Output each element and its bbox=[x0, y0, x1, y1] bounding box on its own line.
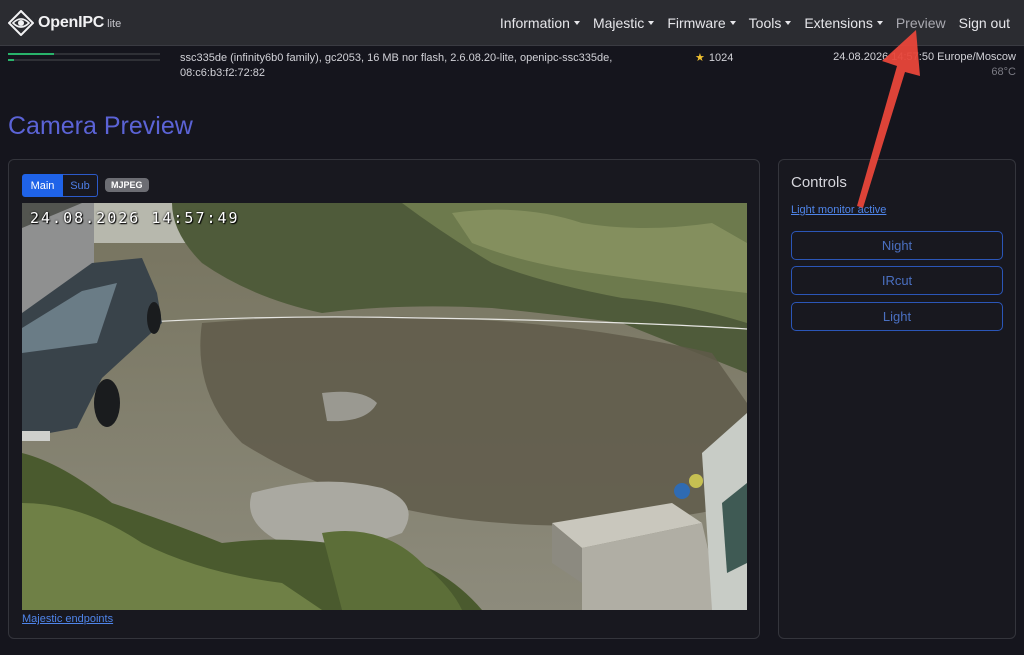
flash-usage-bar bbox=[8, 59, 160, 61]
format-badge: MJPEG bbox=[105, 178, 149, 192]
menu-sign-out-label: Sign out bbox=[958, 15, 1010, 31]
caret-down-icon bbox=[729, 21, 736, 25]
page-title: Camera Preview bbox=[8, 112, 193, 140]
stream-toggle: Main Sub bbox=[22, 174, 98, 197]
caret-down-icon bbox=[876, 21, 883, 25]
ircut-button[interactable]: IRcut bbox=[791, 266, 1003, 295]
controls-card: Controls Light monitor active Night IRcu… bbox=[778, 159, 1016, 639]
device-datetime: 24.08.2026 14:57:50 Europe/Moscow bbox=[833, 51, 1016, 63]
github-stars[interactable]: ★ 1024 bbox=[695, 51, 734, 65]
menu-firmware-label: Firmware bbox=[667, 15, 726, 31]
menu-tools[interactable]: Tools bbox=[749, 15, 792, 31]
brand-logo-link[interactable]: OpenIPC lite bbox=[8, 10, 121, 36]
flash-usage-fill bbox=[8, 59, 15, 61]
night-mode-button[interactable]: Night bbox=[791, 231, 1003, 260]
stars-count: 1024 bbox=[708, 51, 734, 64]
system-status-bar: ssc335de (infinity6b0 family), gc2053, 1… bbox=[0, 47, 1024, 87]
preview-card: Main Sub MJPEG 24.08.2026 14:57:49 Majes… bbox=[8, 159, 760, 639]
top-navbar: OpenIPC lite Information Majestic Firmwa… bbox=[0, 0, 1024, 46]
menu-extensions[interactable]: Extensions bbox=[804, 15, 883, 31]
menu-information[interactable]: Information bbox=[500, 15, 580, 31]
openipc-eye-icon bbox=[8, 10, 34, 36]
brand-edition: lite bbox=[107, 18, 122, 30]
menu-preview[interactable]: Preview bbox=[896, 15, 946, 31]
caret-down-icon bbox=[573, 21, 580, 25]
memory-usage-bar bbox=[8, 53, 160, 55]
memory-usage-fill bbox=[8, 53, 54, 55]
camera-scene bbox=[22, 203, 747, 610]
camera-video-feed[interactable]: 24.08.2026 14:57:49 bbox=[22, 203, 747, 610]
menu-firmware[interactable]: Firmware bbox=[667, 15, 736, 31]
menu-preview-label: Preview bbox=[895, 15, 946, 31]
osd-timestamp: 24.08.2026 14:57:49 bbox=[30, 209, 240, 227]
light-button[interactable]: Light bbox=[791, 302, 1003, 331]
menu-majestic-label: Majestic bbox=[592, 15, 645, 31]
caret-down-icon bbox=[648, 21, 655, 25]
controls-title: Controls bbox=[791, 174, 847, 191]
menu-majestic[interactable]: Majestic bbox=[592, 15, 655, 31]
star-icon: ★ bbox=[695, 52, 705, 64]
light-monitor-link[interactable]: Light monitor active bbox=[791, 204, 886, 216]
menu-tools-label: Tools bbox=[748, 15, 782, 31]
menu-sign-out[interactable]: Sign out bbox=[959, 15, 1010, 31]
caret-down-icon bbox=[785, 21, 792, 25]
brand-name: OpenIPC bbox=[38, 14, 105, 31]
sub-stream-button[interactable]: Sub bbox=[63, 174, 98, 197]
majestic-endpoints-link[interactable]: Majestic endpoints bbox=[22, 613, 113, 625]
soc-temperature: 68°C bbox=[991, 66, 1016, 78]
system-info-text: ssc335de (infinity6b0 family), gc2053, 1… bbox=[180, 52, 613, 79]
main-stream-button[interactable]: Main bbox=[22, 174, 63, 197]
main-menu: Information Majestic Firmware Tools Exte… bbox=[487, 0, 1010, 46]
menu-information-label: Information bbox=[499, 15, 570, 31]
menu-extensions-label: Extensions bbox=[804, 15, 873, 31]
